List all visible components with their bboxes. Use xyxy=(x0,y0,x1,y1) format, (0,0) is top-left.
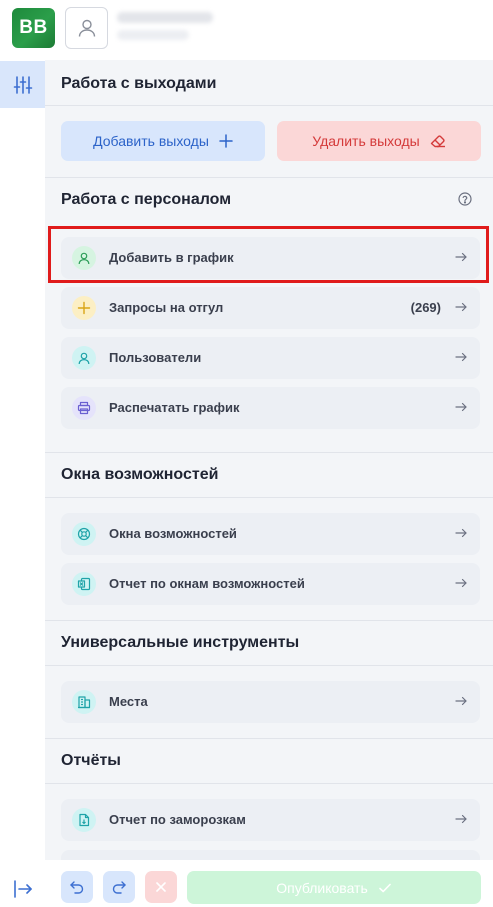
delete-exits-label: Удалить выходы xyxy=(312,133,420,149)
publish-label: Опубликовать xyxy=(276,879,368,896)
arrow-right-icon xyxy=(455,402,467,412)
divider xyxy=(45,497,493,498)
section-title-staff: Работа с персоналом xyxy=(61,191,232,208)
divider xyxy=(45,177,493,178)
card-freeze-report[interactable]: Отчет по заморозкам xyxy=(61,799,480,841)
card-label: Места xyxy=(109,694,148,709)
logout-button[interactable] xyxy=(12,878,34,900)
section-title-exits: Работа с выходами xyxy=(61,75,217,92)
redo-button[interactable] xyxy=(103,871,135,903)
printer-icon xyxy=(72,396,96,420)
card-label: Окна возможностей xyxy=(109,526,237,541)
excel-icon xyxy=(72,572,96,596)
card-places[interactable]: Места xyxy=(61,681,480,723)
arrow-right-icon xyxy=(455,352,467,362)
plus-icon xyxy=(72,296,96,320)
card-print-schedule[interactable]: Распечатать график xyxy=(61,387,480,429)
logout-icon xyxy=(14,880,32,898)
divider xyxy=(45,452,493,453)
user-avatar[interactable] xyxy=(65,7,108,49)
user-icon xyxy=(78,19,95,37)
rail-item-settings[interactable] xyxy=(0,61,45,108)
divider xyxy=(45,105,493,106)
help-icon[interactable] xyxy=(458,192,472,206)
section-title-tools: Универсальные инструменты xyxy=(61,634,300,651)
arrow-right-icon xyxy=(455,578,467,588)
divider xyxy=(45,783,493,784)
app-header: BB xyxy=(0,0,493,60)
section-title-windows: Окна возможностей xyxy=(61,466,219,483)
publish-button[interactable]: Опубликовать xyxy=(187,871,481,904)
divider xyxy=(45,665,493,666)
arrow-right-icon xyxy=(455,696,467,706)
card-users[interactable]: Пользователи xyxy=(61,337,480,379)
card-partial[interactable] xyxy=(61,850,480,860)
card-label: Отчет по заморозкам xyxy=(109,812,246,827)
arrow-right-icon xyxy=(455,528,467,538)
add-exits-button[interactable]: Добавить выходы xyxy=(61,121,265,161)
file-icon xyxy=(72,808,96,832)
eraser-icon xyxy=(430,135,445,148)
building-icon xyxy=(72,690,96,714)
delete-exits-button[interactable]: Удалить выходы xyxy=(277,121,481,161)
sliders-icon xyxy=(13,75,32,94)
divider xyxy=(45,738,493,739)
card-time-off-requests[interactable]: Запросы на отгул (269) xyxy=(61,287,480,329)
discard-button[interactable] xyxy=(145,871,177,903)
plus-icon xyxy=(219,134,233,148)
app-logo[interactable]: BB xyxy=(12,8,55,48)
arrow-right-icon xyxy=(455,814,467,824)
divider xyxy=(45,620,493,621)
add-exits-label: Добавить выходы xyxy=(93,133,209,149)
card-windows-report[interactable]: Отчет по окнам возможностей xyxy=(61,563,480,605)
lifebuoy-icon xyxy=(72,522,96,546)
check-icon xyxy=(378,883,391,892)
user-icon xyxy=(72,346,96,370)
undo-button[interactable] xyxy=(61,871,93,903)
card-label: Распечатать график xyxy=(109,400,240,415)
card-label: Отчет по окнам возможностей xyxy=(109,576,305,591)
user-name-redacted xyxy=(117,12,213,23)
card-label: Запросы на отгул xyxy=(109,300,224,315)
card-label: Пользователи xyxy=(109,350,202,365)
bottom-toolbar: Опубликовать xyxy=(45,860,493,907)
undo-icon xyxy=(70,881,84,894)
card-opportunity-windows[interactable]: Окна возможностей xyxy=(61,513,480,555)
main-panel: Работа с выходами Добавить выходы Удалит… xyxy=(45,60,493,860)
side-rail xyxy=(0,60,45,907)
close-icon xyxy=(156,882,166,892)
user-role-redacted xyxy=(117,30,189,40)
highlight-frame xyxy=(48,226,489,283)
redo-icon xyxy=(112,881,126,894)
requests-count: (269) xyxy=(410,300,441,315)
section-title-reports: Отчёты xyxy=(61,752,121,769)
arrow-right-icon xyxy=(455,302,467,312)
